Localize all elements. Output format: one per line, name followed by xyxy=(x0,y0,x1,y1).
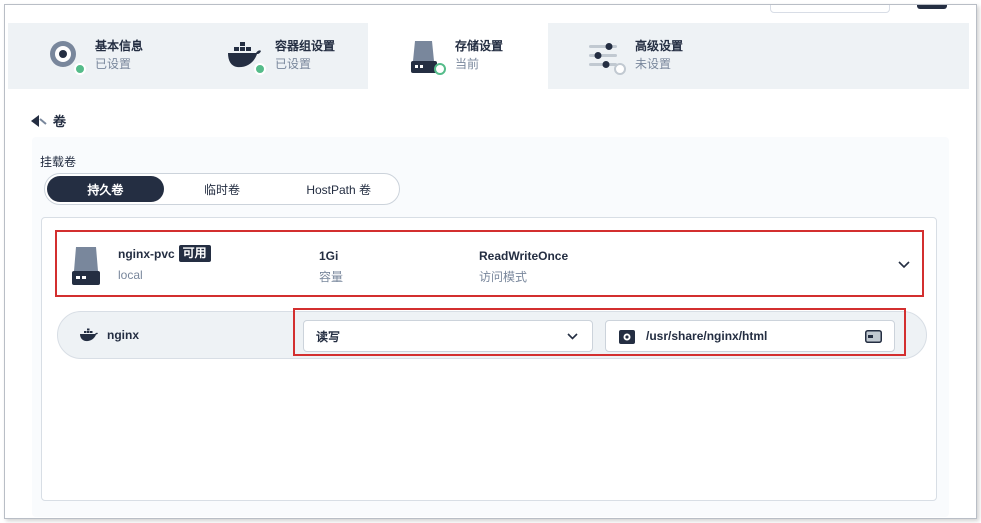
step-advanced[interactable]: 高级设置 未设置 xyxy=(548,23,728,89)
tab-temporary-volume[interactable]: 临时卷 xyxy=(164,176,281,202)
back-arrow-icon xyxy=(31,114,47,127)
step-status: 已设置 xyxy=(275,57,312,71)
back-label: 卷 xyxy=(53,114,67,129)
step-status-dot xyxy=(74,63,86,75)
step-status: 已设置 xyxy=(95,57,132,71)
step-status-dot xyxy=(434,63,446,75)
wizard-steps: 基本信息 已设置 容器组设置 已设置 存储设置 当前 高级设置 未设置 xyxy=(8,23,969,89)
highlight-volume-card xyxy=(55,230,924,297)
step-status-dot xyxy=(254,63,266,75)
tab-hostpath-volume[interactable]: HostPath 卷 xyxy=(280,176,397,202)
step-container-group[interactable]: 容器组设置 已设置 xyxy=(188,23,368,89)
step-title: 高级设置 xyxy=(635,39,684,53)
tab-persistent-volume[interactable]: 持久卷 xyxy=(47,176,164,202)
step-storage[interactable]: 存储设置 当前 xyxy=(368,23,548,89)
top-button-fragment xyxy=(917,5,947,9)
mount-volume-label: 挂载卷 xyxy=(40,155,77,169)
step-title: 存储设置 xyxy=(455,39,504,53)
window-frame: 基本信息 已设置 容器组设置 已设置 存储设置 当前 高级设置 未设置 卷 挂载… xyxy=(4,4,977,519)
step-title: 容器组设置 xyxy=(275,39,336,53)
step-status: 未设置 xyxy=(635,57,672,71)
back-to-volumes[interactable]: 卷 xyxy=(31,111,66,130)
step-basic-info[interactable]: 基本信息 已设置 xyxy=(8,23,188,89)
highlight-mount-fields xyxy=(293,308,906,356)
top-input-fragment xyxy=(770,5,890,13)
container-name: nginx xyxy=(107,328,139,342)
step-status: 当前 xyxy=(455,57,480,71)
volume-type-tabs: 持久卷 临时卷 HostPath 卷 xyxy=(44,173,400,205)
step-status-dot xyxy=(614,63,626,75)
docker-icon xyxy=(80,328,98,342)
step-title: 基本信息 xyxy=(95,39,144,53)
